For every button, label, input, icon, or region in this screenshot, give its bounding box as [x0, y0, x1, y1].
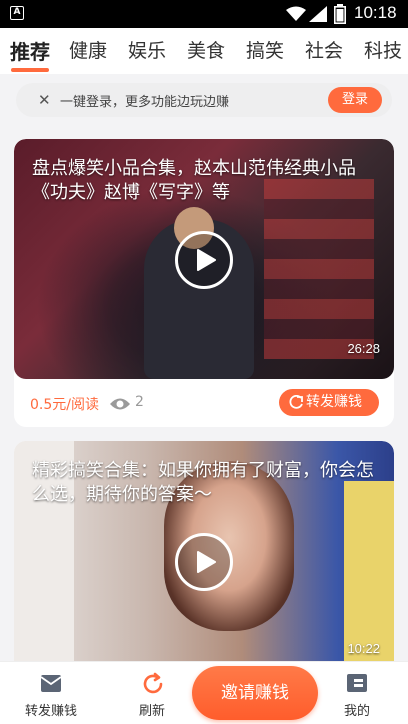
view-count: 2 [135, 394, 144, 410]
app-notification-icon: A [10, 6, 24, 20]
play-icon [197, 249, 216, 271]
card-footer: 0.5元/阅读 2 转发赚钱 [14, 383, 394, 427]
active-tab-indicator [11, 68, 49, 72]
feed-card[interactable]: 精彩搞笑合集：如果你拥有了财富，你会怎么选，期待你的答案～ 10:22 [14, 441, 394, 681]
tab-recommend[interactable]: 推荐 [10, 36, 50, 65]
login-banner-text: 一键登录，更多功能边玩边赚 [60, 95, 230, 110]
login-button[interactable]: 登录 [328, 87, 382, 113]
status-bar: A 10:18 [0, 0, 408, 28]
play-button[interactable] [175, 533, 233, 591]
nav-share-earn-label: 转发赚钱 [24, 704, 77, 719]
wifi-icon [286, 6, 306, 21]
nav-share-earn[interactable]: 转发赚钱 [6, 662, 96, 724]
tab-society[interactable]: 社会 [305, 36, 343, 63]
tab-tech[interactable]: 科技 [364, 36, 402, 63]
play-icon [197, 551, 216, 573]
play-button[interactable] [175, 231, 233, 289]
battery-icon [334, 4, 346, 24]
video-thumbnail[interactable]: 精彩搞笑合集：如果你拥有了财富，你会怎么选，期待你的答案～ 10:22 [14, 441, 394, 681]
close-icon[interactable]: ✕ [38, 91, 51, 109]
nav-refresh-label: 刷新 [138, 704, 165, 719]
tab-food[interactable]: 美食 [187, 36, 225, 63]
video-thumbnail[interactable]: 盘点爆笑小品合集，赵本山范伟经典小品《功夫》赵博《写字》等 26:28 [14, 139, 394, 379]
video-title: 精彩搞笑合集：如果你拥有了财富，你会怎么选，期待你的答案～ [32, 460, 374, 505]
category-tabs: 推荐 健康 娱乐 美食 搞笑 社会 科技 [0, 28, 408, 74]
share-earn-icon [40, 675, 62, 692]
share-earn-label: 转发赚钱 [306, 394, 362, 410]
video-duration: 10:22 [347, 641, 380, 656]
share-earn-button[interactable]: 转发赚钱 [279, 389, 379, 416]
status-time: 10:18 [354, 3, 397, 22]
nav-mine-label: 我的 [343, 704, 370, 719]
tab-entertainment[interactable]: 娱乐 [128, 36, 166, 63]
feed-card[interactable]: 盘点爆笑小品合集，赵本山范伟经典小品《功夫》赵博《写字》等 26:28 0.5元… [14, 139, 394, 427]
nav-mine[interactable]: 我的 [312, 662, 402, 724]
eye-icon [110, 398, 130, 410]
tab-funny[interactable]: 搞笑 [246, 36, 284, 63]
reward-price: 0.5元/阅读 [30, 397, 99, 413]
tab-health[interactable]: 健康 [69, 36, 107, 63]
share-icon [289, 395, 303, 409]
nav-refresh[interactable]: 刷新 [107, 662, 197, 724]
refresh-icon [143, 672, 163, 694]
profile-icon [347, 674, 367, 692]
login-banner: ✕ 一键登录，更多功能边玩边赚 登录 [16, 83, 392, 117]
invite-earn-button[interactable]: 邀请赚钱 [192, 666, 318, 720]
signal-icon [309, 6, 327, 22]
video-duration: 26:28 [347, 341, 380, 356]
video-title: 盘点爆笑小品合集，赵本山范伟经典小品《功夫》赵博《写字》等 [32, 158, 356, 203]
